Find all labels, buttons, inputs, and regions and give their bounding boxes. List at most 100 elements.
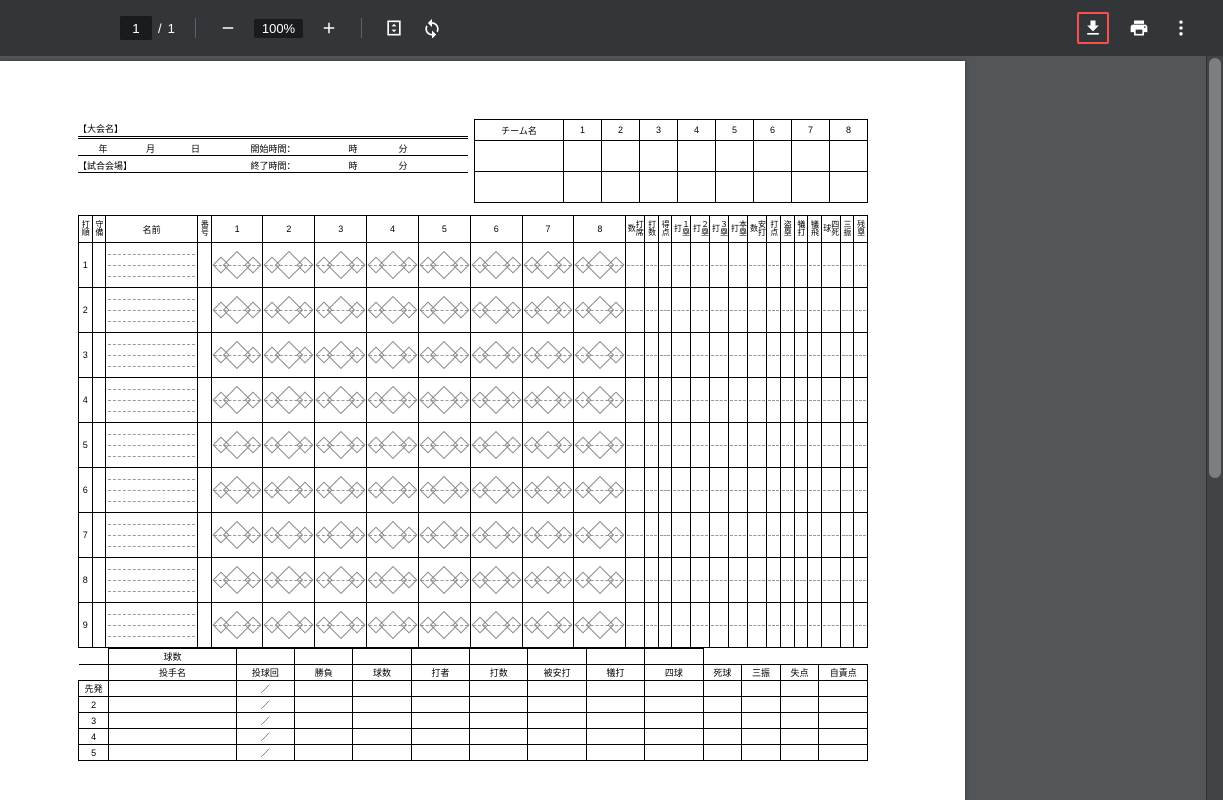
col-stat: 本塁打: [730, 217, 746, 239]
stat-cell: [626, 288, 645, 333]
inning-cell: [211, 513, 263, 558]
inning-cell: [211, 558, 263, 603]
fit-page-button[interactable]: [382, 16, 406, 40]
year-label: 年: [78, 142, 128, 155]
inning-cell: [211, 423, 263, 468]
inning-cell: [367, 513, 419, 558]
stat-cell: [710, 243, 729, 288]
inning-cell: [574, 333, 626, 378]
inning-cell: [315, 288, 367, 333]
pitch-stat-cell: [780, 729, 819, 745]
stat-cell: [767, 333, 781, 378]
pos-cell: [92, 288, 106, 333]
page-input[interactable]: [120, 16, 152, 40]
stat-cell: [821, 378, 840, 423]
pitch-stat-cell: [645, 745, 703, 761]
col-inning: 2: [263, 216, 315, 243]
pitcher-name-cell: [109, 681, 236, 697]
stat-cell: [645, 333, 659, 378]
stat-cell: [854, 603, 868, 648]
print-button[interactable]: [1127, 16, 1151, 40]
zoom-in-button[interactable]: [317, 16, 341, 40]
rotate-button[interactable]: [420, 16, 444, 40]
pitch-stat-cell: [819, 681, 868, 697]
pitcher-row: 3／: [79, 713, 868, 729]
stat-cell: [729, 333, 748, 378]
stat-cell: [710, 558, 729, 603]
stat-cell: [710, 333, 729, 378]
name-cell: [106, 378, 198, 423]
stat-cell: [672, 513, 691, 558]
pitch-col: 球数: [353, 665, 411, 681]
col-stat: ３塁打: [711, 217, 727, 239]
stat-cell: [729, 468, 748, 513]
inning-cell: [470, 603, 522, 648]
inning-cell: [522, 423, 574, 468]
inning-header: 4: [678, 120, 716, 141]
pitch-stat-cell: [819, 745, 868, 761]
pitch-col: 三振: [742, 665, 781, 681]
inning-cell: [315, 603, 367, 648]
col-stat: １塁打: [673, 217, 689, 239]
inning-cell: [211, 378, 263, 423]
stat-cell: [794, 513, 808, 558]
col-stat: 三振: [843, 220, 851, 236]
zoom-out-button[interactable]: [216, 16, 240, 40]
stat-cell: [854, 333, 868, 378]
batting-row: 2: [79, 288, 868, 333]
ip-cell: ／: [236, 681, 294, 697]
pitch-stat-cell: [645, 713, 703, 729]
inning-cell: [263, 288, 315, 333]
stat-cell: [658, 468, 672, 513]
stat-cell: [808, 468, 822, 513]
stat-cell: [672, 558, 691, 603]
col-stat: 犠飛: [810, 220, 818, 236]
pitch-stat-cell: [586, 745, 644, 761]
stat-cell: [729, 243, 748, 288]
stat-cell: [840, 468, 854, 513]
stat-cell: [748, 423, 767, 468]
pitch-col: 被安打: [528, 665, 586, 681]
col-stat: 打点: [770, 220, 778, 236]
name-cell: [106, 603, 198, 648]
inning-cell: [367, 468, 419, 513]
more-button[interactable]: [1169, 16, 1193, 40]
stat-cell: [658, 558, 672, 603]
stat-cell: [781, 603, 795, 648]
stat-cell: [748, 243, 767, 288]
inning-cell: [315, 378, 367, 423]
inning-header: 8: [830, 120, 868, 141]
pitch-stat-cell: [819, 697, 868, 713]
order-cell: 9: [79, 603, 93, 648]
pitch-col: 自責点: [819, 665, 868, 681]
pitch-stat-cell: [780, 745, 819, 761]
pitch-stat-cell: [353, 697, 411, 713]
inning-cell: [367, 243, 419, 288]
pitch-stat-cell: [703, 745, 742, 761]
pitch-stat-cell: [586, 697, 644, 713]
col-stat: 盗塁: [783, 220, 791, 236]
col-inning: 5: [418, 216, 470, 243]
order-cell: 1: [79, 243, 93, 288]
ip-cell: ／: [236, 745, 294, 761]
stat-cell: [710, 513, 729, 558]
pos-cell: [92, 333, 106, 378]
inning-cell: [522, 378, 574, 423]
stat-cell: [808, 288, 822, 333]
pitcher-row-label: 先発: [79, 681, 109, 697]
download-button[interactable]: [1081, 16, 1105, 40]
inning-header: 7: [792, 120, 830, 141]
scrollbar-track[interactable]: [1206, 56, 1223, 800]
inning-cell: [522, 468, 574, 513]
stat-cell: [840, 558, 854, 603]
stat-cell: [854, 288, 868, 333]
stat-cell: [781, 243, 795, 288]
pitch-stat-cell: [780, 697, 819, 713]
pitcher-row-label: 3: [79, 713, 109, 729]
minute-label: 分: [378, 142, 428, 155]
scrollbar-thumb[interactable]: [1209, 58, 1221, 478]
pitch-stat-cell: [295, 697, 353, 713]
pitch-stat-cell: [703, 729, 742, 745]
order-cell: 7: [79, 513, 93, 558]
stat-cell: [821, 333, 840, 378]
